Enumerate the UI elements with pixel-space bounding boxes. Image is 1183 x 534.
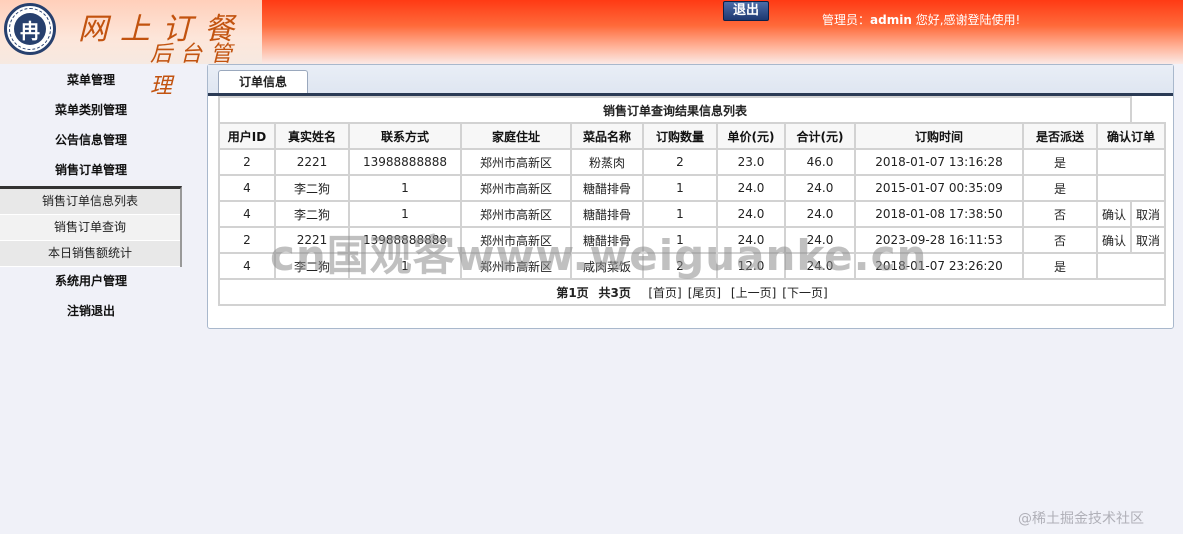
col-time: 订购时间 bbox=[854, 122, 1024, 150]
prev-page-link[interactable]: [上一页] bbox=[731, 286, 776, 300]
table-row: 2 2221 13988888888 郑州市高新区 糖醋排骨 1 24.0 24… bbox=[218, 226, 1166, 254]
sidebar-nav: 菜单管理 菜单类别管理 公告信息管理 销售订单管理 销售订单信息列表 销售订单查… bbox=[0, 66, 182, 327]
pagination: 第1页 共3页 [首页] [尾页] [上一页] [下一页] bbox=[218, 278, 1166, 306]
total-pages: 共3页 bbox=[598, 285, 631, 300]
table-row: 2 2221 13988888888 郑州市高新区 粉蒸肉 2 23.0 46.… bbox=[218, 148, 1166, 176]
orders-table: 销售订单查询结果信息列表 用户ID 真实姓名 联系方式 家庭住址 菜品名称 订购… bbox=[218, 96, 1166, 306]
submenu-item-daily-sales[interactable]: 本日销售额统计 bbox=[0, 241, 180, 267]
sidebar-item-menu-category[interactable]: 菜单类别管理 bbox=[0, 96, 182, 126]
university-seal-icon: 冉 bbox=[4, 3, 56, 55]
submenu-item-order-query[interactable]: 销售订单查询 bbox=[0, 215, 180, 241]
admin-name: admin bbox=[870, 13, 912, 27]
cancel-order-link[interactable]: 取消 bbox=[1130, 200, 1166, 228]
main-panel: 订单信息 销售订单查询结果信息列表 用户ID 真实姓名 联系方式 家庭住址 菜品… bbox=[207, 64, 1174, 329]
col-confirm: 确认订单 bbox=[1096, 122, 1166, 150]
admin-greeting: 管理员：admin 您好,感谢登陆使用! bbox=[822, 13, 1021, 27]
col-price: 单价(元) bbox=[716, 122, 786, 150]
sidebar-item-logout[interactable]: 注销退出 bbox=[0, 297, 182, 327]
logout-button[interactable]: 退出 bbox=[723, 1, 769, 21]
table-caption: 销售订单查询结果信息列表 bbox=[218, 96, 1132, 124]
col-dish: 菜品名称 bbox=[570, 122, 644, 150]
col-total: 合计(元) bbox=[784, 122, 856, 150]
sidebar-item-sales-orders[interactable]: 销售订单管理 bbox=[0, 156, 182, 186]
submenu-item-order-list[interactable]: 销售订单信息列表 bbox=[0, 189, 180, 215]
corner-watermark: @稀土掘金技术社区 bbox=[1018, 511, 1144, 527]
col-contact: 联系方式 bbox=[348, 122, 462, 150]
cancel-order-link[interactable]: 取消 bbox=[1130, 226, 1166, 254]
table-row: 4 李二狗 1 郑州市高新区 咸肉菜饭 2 12.0 24.0 2018-01-… bbox=[218, 252, 1166, 280]
col-real-name: 真实姓名 bbox=[274, 122, 350, 150]
last-page-link[interactable]: [尾页] bbox=[688, 286, 721, 300]
col-delivered: 是否派送 bbox=[1022, 122, 1098, 150]
confirm-order-link[interactable]: 确认 bbox=[1096, 226, 1132, 254]
first-page-link[interactable]: [首页] bbox=[648, 286, 681, 300]
current-page: 第1页 bbox=[556, 285, 589, 300]
table-row: 4 李二狗 1 郑州市高新区 糖醋排骨 1 24.0 24.0 2015-01-… bbox=[218, 174, 1166, 202]
table-header-row: 用户ID 真实姓名 联系方式 家庭住址 菜品名称 订购数量 单价(元) 合计(元… bbox=[218, 122, 1166, 150]
sidebar-item-notice[interactable]: 公告信息管理 bbox=[0, 126, 182, 156]
table-row: 4 李二狗 1 郑州市高新区 糖醋排骨 1 24.0 24.0 2018-01-… bbox=[218, 200, 1166, 228]
sidebar-item-system-users[interactable]: 系统用户管理 bbox=[0, 267, 182, 297]
tab-order-info[interactable]: 订单信息 bbox=[218, 70, 308, 93]
col-address: 家庭住址 bbox=[460, 122, 572, 150]
logo-area: 冉 网上订餐 后台管理 bbox=[0, 0, 262, 99]
col-qty: 订购数量 bbox=[642, 122, 718, 150]
sidebar-submenu: 销售订单信息列表 销售订单查询 本日销售额统计 bbox=[0, 186, 182, 267]
next-page-link[interactable]: [下一页] bbox=[782, 286, 827, 300]
header-banner: 冉 网上订餐 后台管理 退出 管理员：admin 您好,感谢登陆使用! bbox=[0, 0, 1183, 99]
tab-bar: 订单信息 bbox=[208, 65, 1173, 96]
sidebar-item-menu[interactable]: 菜单管理 bbox=[0, 66, 182, 96]
confirm-order-link[interactable]: 确认 bbox=[1096, 200, 1132, 228]
col-user-id: 用户ID bbox=[218, 122, 276, 150]
